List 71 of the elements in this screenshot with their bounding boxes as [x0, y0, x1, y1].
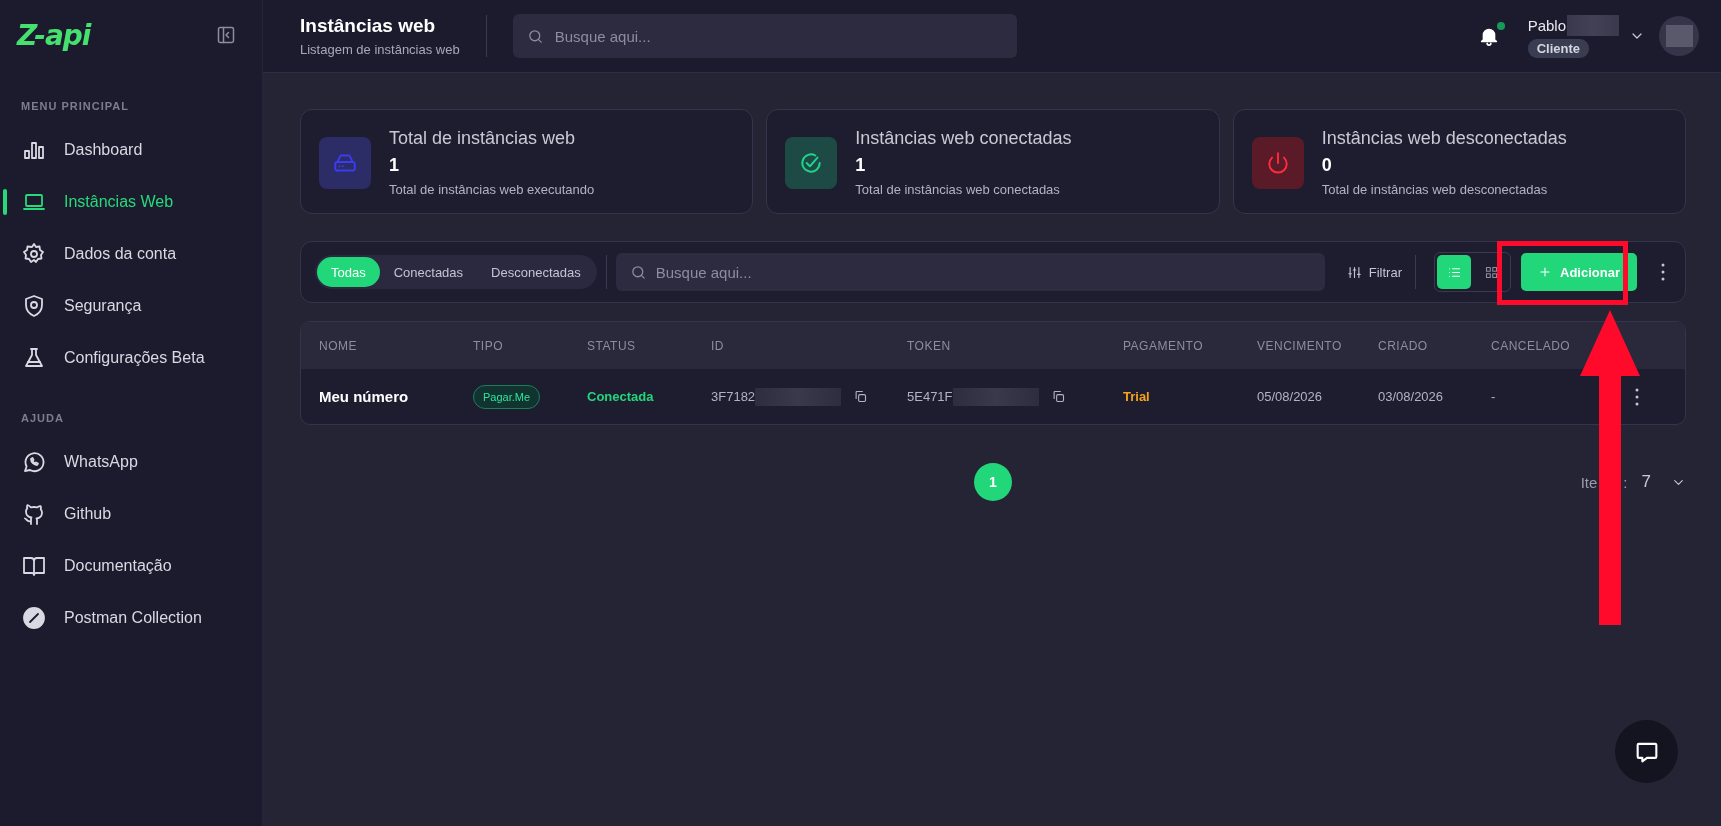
sidebar-item[interactable]: Dashboard: [0, 124, 262, 176]
table-cell-text: Trial: [1123, 389, 1151, 404]
column-header: TOKEN: [907, 338, 952, 353]
items-label: Ite: [1580, 473, 1598, 491]
plus-icon: [1538, 265, 1552, 279]
sidebar-item[interactable]: Dados da conta: [0, 228, 262, 280]
search-field[interactable]: Busque aqui...: [615, 253, 1325, 291]
items-per-page-value[interactable]: 7: [1641, 472, 1651, 492]
search-icon: [526, 27, 544, 45]
table-cell: 3F7182: [711, 389, 756, 404]
table-cell-text: Conectada: [587, 389, 655, 404]
avatar[interactable]: [1659, 16, 1699, 56]
shield-icon: [22, 294, 46, 318]
filter-button[interactable]: Filtrar: [1342, 258, 1406, 286]
stat-caption: Total de instâncias web desconectadas: [1321, 182, 1549, 197]
logo: Z-api: [17, 18, 91, 52]
section-heading: AJUDA: [20, 412, 65, 424]
column-header: CANCELADO: [1491, 338, 1572, 353]
column-header: NOME: [319, 338, 358, 353]
column-header: VENCIMENTO: [1257, 338, 1343, 353]
stat-title: Instâncias web desconectadas: [1321, 128, 1567, 149]
stat-title: Total de instâncias web: [389, 128, 577, 149]
chat-bubble-icon: [22, 450, 46, 474]
kebab-menu-icon: [1661, 263, 1665, 281]
column-header: STATUS: [587, 338, 637, 353]
table-cell-text: 03/08/2026: [1378, 389, 1445, 404]
page-subtitle: Listagem de instâncias web: [300, 42, 460, 57]
flask-icon: [22, 346, 46, 370]
sidebar-item[interactable]: Postman Collection: [0, 592, 262, 644]
table-cell: 5E471F: [907, 389, 953, 404]
user-name: Pablo: [1527, 16, 1566, 34]
redaction-mask: [1567, 14, 1619, 36]
book-icon: [22, 554, 46, 578]
kebab-menu-icon: [1635, 387, 1639, 406]
search-field[interactable]: Busque aqui...: [512, 14, 1017, 58]
column-header: ID: [711, 338, 725, 353]
sidebar-item[interactable]: Github: [0, 488, 262, 540]
items-label: :: [1623, 473, 1628, 491]
role-badge: Cliente: [1527, 38, 1589, 58]
list-view-button[interactable]: [1437, 255, 1471, 289]
table-cell-text: -: [1491, 389, 1497, 404]
grid-icon: [1483, 264, 1499, 280]
sidebar-item[interactable]: Segurança: [0, 280, 262, 332]
column-header: CRIADO: [1378, 338, 1429, 353]
sidebar-toggle-icon[interactable]: [216, 25, 236, 45]
filter-tab[interactable]: Desconectadas: [477, 257, 595, 287]
sidebar-item[interactable]: WhatsApp: [0, 436, 262, 488]
copy-icon[interactable]: [853, 389, 869, 404]
copy-icon[interactable]: [1050, 389, 1066, 404]
cat-icon: [22, 502, 46, 526]
sidebar-item[interactable]: Configurações Beta: [0, 332, 262, 384]
sidebar-item[interactable]: Documentação: [0, 540, 262, 592]
table-cell-text: Meu número: [319, 388, 410, 405]
filter-tab[interactable]: Conectadas: [379, 257, 478, 287]
stat-value: 0: [1321, 155, 1333, 176]
page-title: Instâncias web: [300, 15, 437, 37]
pen-circle-icon: [22, 606, 46, 630]
stat-value: 1: [855, 155, 867, 176]
section-heading: MENU PRINCIPAL: [20, 100, 130, 112]
column-header: TIPO: [473, 338, 504, 353]
stat-value: 1: [389, 155, 400, 176]
column-header: PAGAMENTO: [1123, 338, 1205, 353]
sliders-icon: [1346, 264, 1362, 280]
stat-caption: Total de instâncias web conectadas: [855, 182, 1061, 197]
gear-icon: [22, 242, 46, 266]
type-tag: Pagar.Me: [473, 384, 541, 409]
sidebar-item[interactable]: Instâncias Web: [0, 176, 262, 228]
table-cell-text: 05/08/2026: [1257, 389, 1324, 404]
stat-title: Instâncias web conectadas: [855, 128, 1072, 149]
stat-caption: Total de instâncias web executando: [389, 182, 595, 197]
search-icon: [629, 263, 647, 281]
